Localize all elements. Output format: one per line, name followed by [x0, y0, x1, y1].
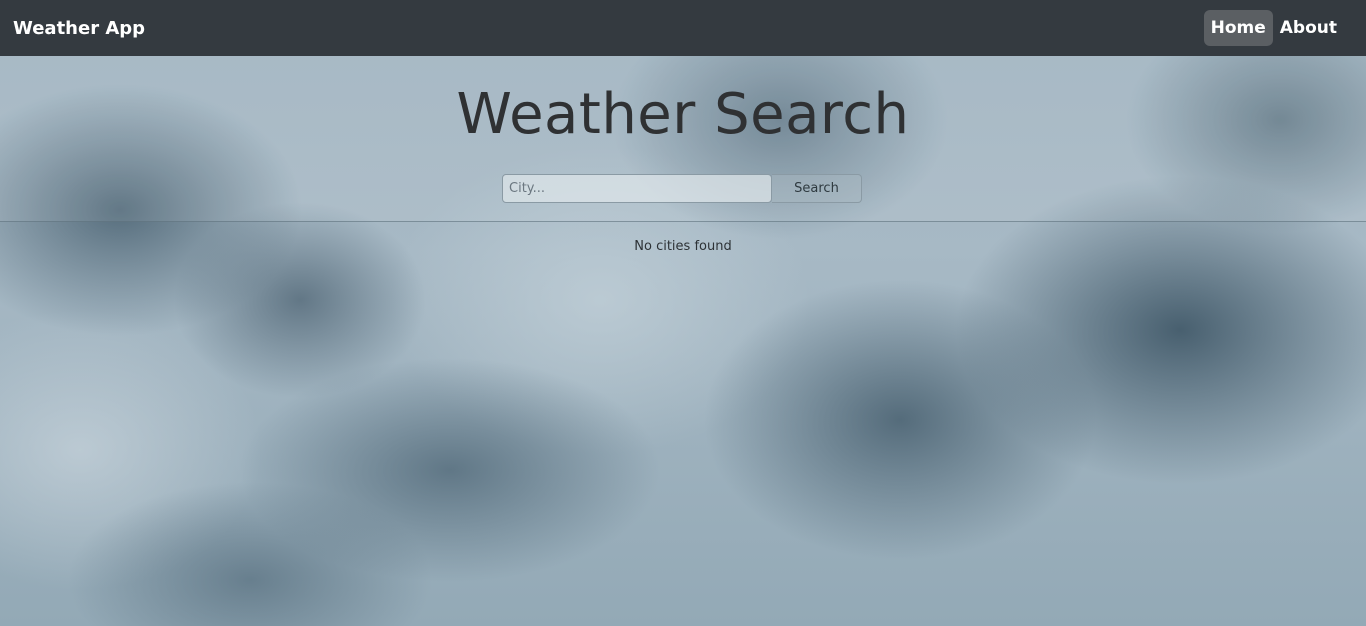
- top-navbar: Weather App Home About: [0, 0, 1366, 56]
- city-search-input[interactable]: [502, 174, 772, 203]
- search-button[interactable]: Search: [772, 174, 862, 203]
- nav-about-link[interactable]: About: [1273, 10, 1344, 46]
- no-results-message: No cities found: [634, 239, 732, 254]
- search-form: Search: [502, 174, 862, 203]
- app-brand-link[interactable]: Weather App: [13, 18, 145, 39]
- nav-links: Home About: [1203, 10, 1344, 46]
- page-title: Weather Search: [456, 82, 910, 147]
- nav-home-link[interactable]: Home: [1203, 10, 1273, 46]
